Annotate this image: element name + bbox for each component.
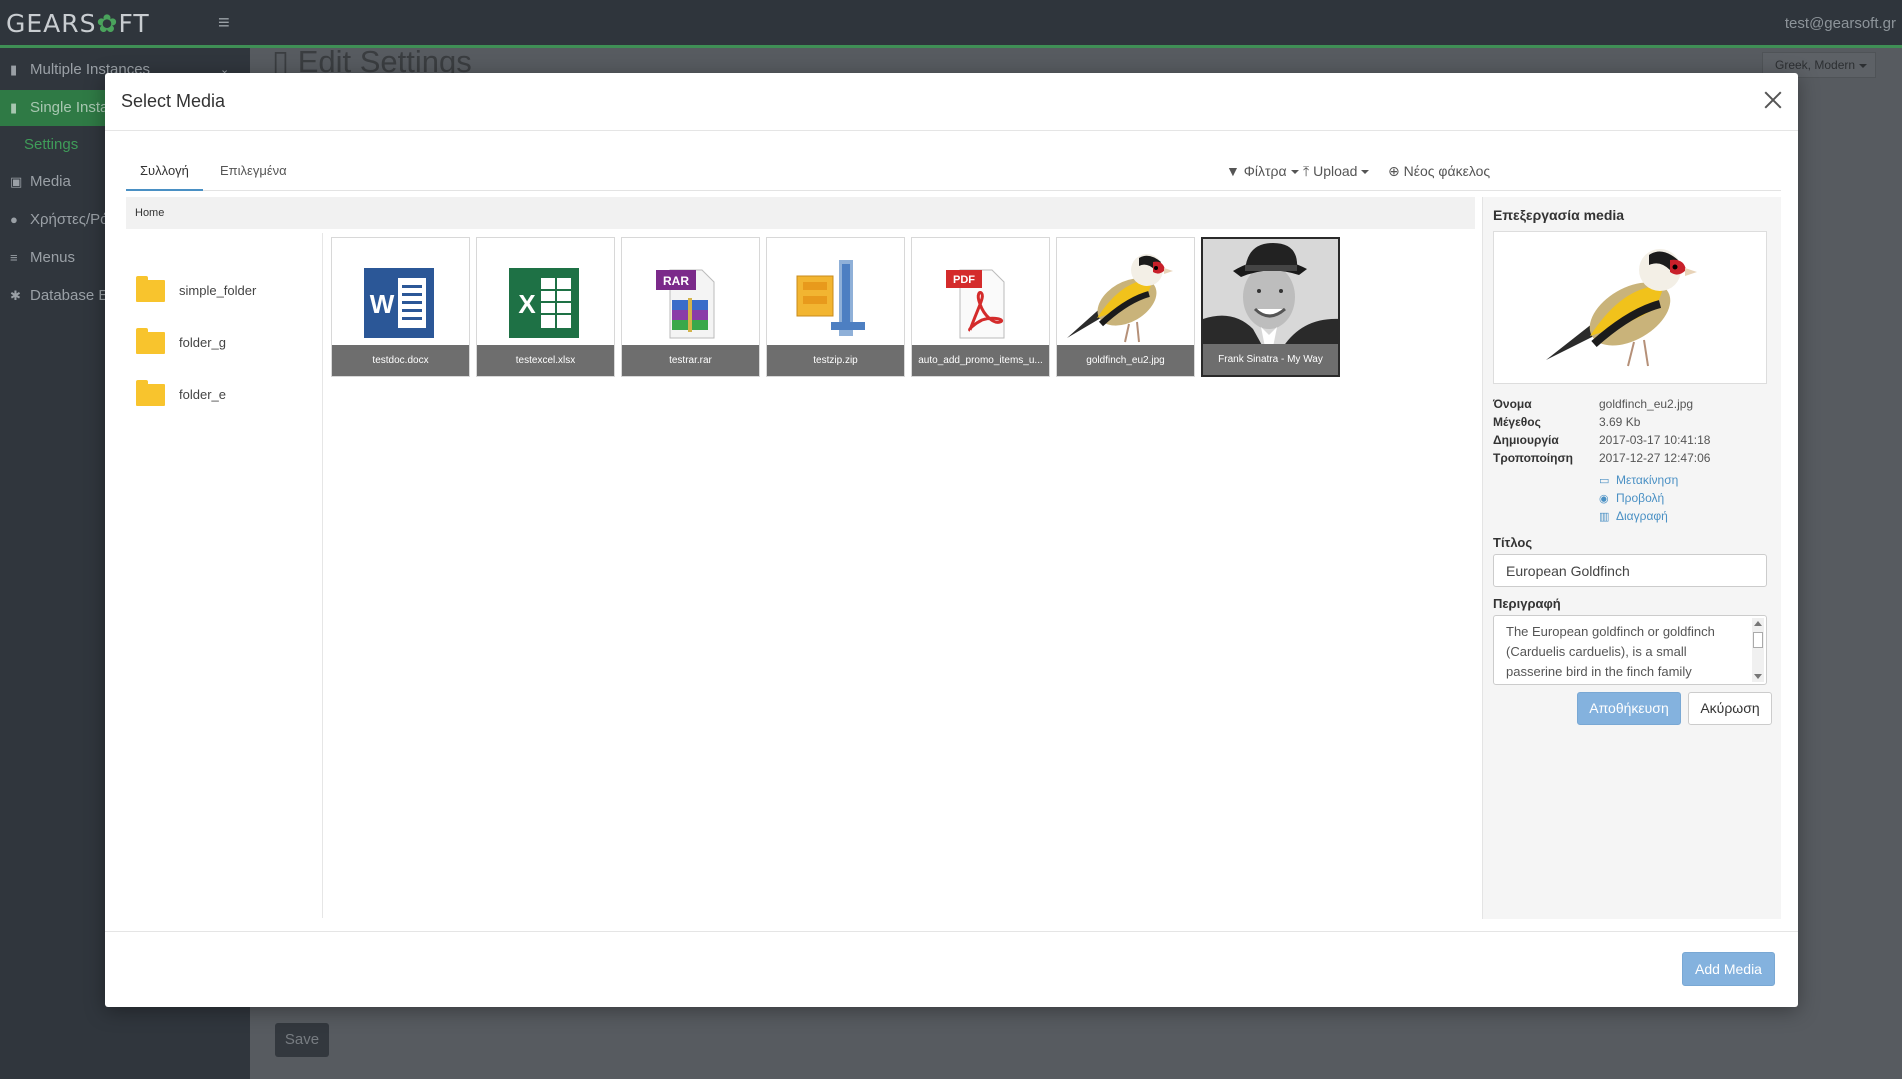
media-caption: testzip.zip	[767, 345, 904, 376]
scroll-up-icon[interactable]	[1754, 621, 1762, 626]
gear-icon: ✿	[96, 9, 119, 38]
folder-outline-icon: ▭	[1599, 475, 1610, 487]
folder-item[interactable]: simple_folder	[136, 276, 316, 306]
hamburger-menu-icon[interactable]: ≡	[218, 12, 230, 35]
edit-panel-title: Επεξεργασία media	[1493, 207, 1625, 223]
top-navbar: GEARS✿FT ≡ test@gearsoft.gr	[0, 0, 1902, 48]
title-input[interactable]	[1493, 554, 1767, 587]
folder-item[interactable]: folder_g	[136, 328, 316, 358]
media-caption: testrar.rar	[622, 345, 759, 376]
breadcrumb: Home	[126, 197, 1475, 229]
bookmark-icon: ▮	[10, 62, 18, 77]
plus-circle-icon: ⊕	[1388, 163, 1400, 179]
select-media-modal: Select Media Συλλογή Επιλεγμένα ▼ Φίλτρα…	[105, 73, 1798, 1007]
word-icon: W	[332, 238, 469, 346]
svg-text:W: W	[370, 289, 395, 319]
rar-icon: RAR	[622, 238, 759, 346]
zip-icon	[767, 238, 904, 346]
folder-list: simple_folder folder_g folder_e	[126, 233, 323, 918]
media-caption: testdoc.docx	[332, 345, 469, 376]
sidebar-subitem-settings[interactable]: Settings	[24, 136, 78, 153]
media-caption: testexcel.xlsx	[477, 345, 614, 376]
meta-created-label: Δημιουργία	[1493, 433, 1559, 447]
filters-dropdown[interactable]: ▼ Φίλτρα	[1226, 163, 1299, 179]
title-label: Τίτλος	[1493, 535, 1533, 550]
pdf-icon: PDF	[912, 238, 1049, 346]
description-textarea[interactable]: The European goldfinch or goldfinch (Car…	[1493, 615, 1767, 685]
folder-icon	[136, 276, 165, 302]
modal-title: Select Media	[121, 91, 226, 111]
caret-down-icon	[1361, 170, 1370, 175]
media-preview	[1493, 231, 1767, 384]
goldfinch-image	[1057, 238, 1194, 346]
media-thumb-portrait[interactable]: Frank Sinatra - My Way	[1201, 237, 1340, 377]
media-thumb-goldfinch[interactable]: goldfinch_eu2.jpg	[1056, 237, 1195, 377]
caret-down-icon	[1859, 63, 1868, 68]
folder-icon	[136, 380, 165, 406]
tab-collection[interactable]: Συλλογή	[126, 153, 203, 191]
add-media-button[interactable]: Add Media	[1682, 952, 1775, 986]
trash-icon: ▥	[1599, 511, 1610, 523]
meta-size-value: 3.69 Kb	[1599, 415, 1641, 429]
edit-media-panel: Επεξεργασία media Όνομα goldfinch_eu2.jp…	[1482, 197, 1781, 919]
media-thumb-zip[interactable]: testzip.zip	[766, 237, 905, 377]
breadcrumb-home[interactable]: Home	[135, 207, 164, 219]
list-icon: ≡	[10, 250, 18, 265]
upload-dropdown[interactable]: ⤒ Upload	[1303, 163, 1370, 180]
move-link[interactable]: ▭ Μετακίνηση	[1599, 473, 1678, 487]
folder-item[interactable]: folder_e	[136, 380, 316, 410]
user-icon: ●	[10, 212, 18, 227]
svg-text:RAR: RAR	[663, 274, 689, 288]
media-caption: auto_add_promo_items_u...	[912, 345, 1049, 376]
textarea-scrollbar[interactable]	[1752, 618, 1764, 682]
meta-created-value: 2017-03-17 10:41:18	[1599, 433, 1711, 447]
scroll-thumb[interactable]	[1753, 632, 1763, 648]
excel-icon: X	[477, 238, 614, 346]
app-logo[interactable]: GEARS✿FT	[6, 9, 150, 38]
meta-modified-label: Τροποποίηση	[1493, 451, 1573, 465]
new-folder-button[interactable]: ⊕ Νέος φάκελος	[1388, 163, 1490, 180]
cancel-button[interactable]: Ακύρωση	[1688, 692, 1772, 725]
upload-icon: ⤒	[1303, 163, 1310, 179]
meta-name-value: goldfinch_eu2.jpg	[1599, 397, 1694, 411]
svg-text:X: X	[518, 289, 536, 319]
meta-size-label: Μέγεθος	[1493, 415, 1541, 429]
goldfinch-preview-image	[1546, 249, 1697, 367]
media-thumb-rar[interactable]: RAR testrar.rar	[621, 237, 760, 377]
meta-modified-value: 2017-12-27 12:47:06	[1599, 451, 1711, 465]
save-media-button[interactable]: Αποθήκευση	[1577, 692, 1681, 725]
media-caption: Frank Sinatra - My Way	[1203, 344, 1338, 375]
media-caption: goldfinch_eu2.jpg	[1057, 345, 1194, 376]
media-thumb-pdf[interactable]: PDF auto_add_promo_items_u...	[911, 237, 1050, 377]
folder-icon	[136, 328, 165, 354]
media-thumb-docx[interactable]: W testdoc.docx	[331, 237, 470, 377]
close-icon[interactable]	[1762, 89, 1784, 111]
description-label: Περιγραφή	[1493, 596, 1561, 611]
svg-text:PDF: PDF	[953, 274, 975, 286]
scroll-down-icon[interactable]	[1754, 674, 1762, 679]
eye-icon: ◉	[1599, 493, 1609, 505]
media-tabs: Συλλογή Επιλεγμένα ▼ Φίλτρα ⤒ Upload ⊕ Ν…	[126, 153, 1781, 191]
meta-name-label: Όνομα	[1493, 397, 1532, 411]
image-icon: ▣	[10, 174, 23, 189]
modal-header: Select Media	[105, 73, 1798, 131]
caret-down-icon	[1290, 170, 1299, 175]
cog-icon: ✱	[10, 288, 21, 303]
delete-link[interactable]: ▥ Διαγραφή	[1599, 509, 1668, 523]
user-email[interactable]: test@gearsoft.gr	[1785, 15, 1896, 32]
modal-footer-divider	[105, 931, 1798, 932]
portrait-image	[1203, 239, 1338, 347]
save-button[interactable]: Save	[275, 1023, 329, 1057]
media-thumb-xlsx[interactable]: X testexcel.xlsx	[476, 237, 615, 377]
tab-selected[interactable]: Επιλεγμένα	[206, 153, 301, 191]
bookmark-icon: ▮	[10, 100, 18, 115]
view-link[interactable]: ◉ Προβολή	[1599, 491, 1664, 505]
filter-icon: ▼	[1226, 163, 1240, 179]
